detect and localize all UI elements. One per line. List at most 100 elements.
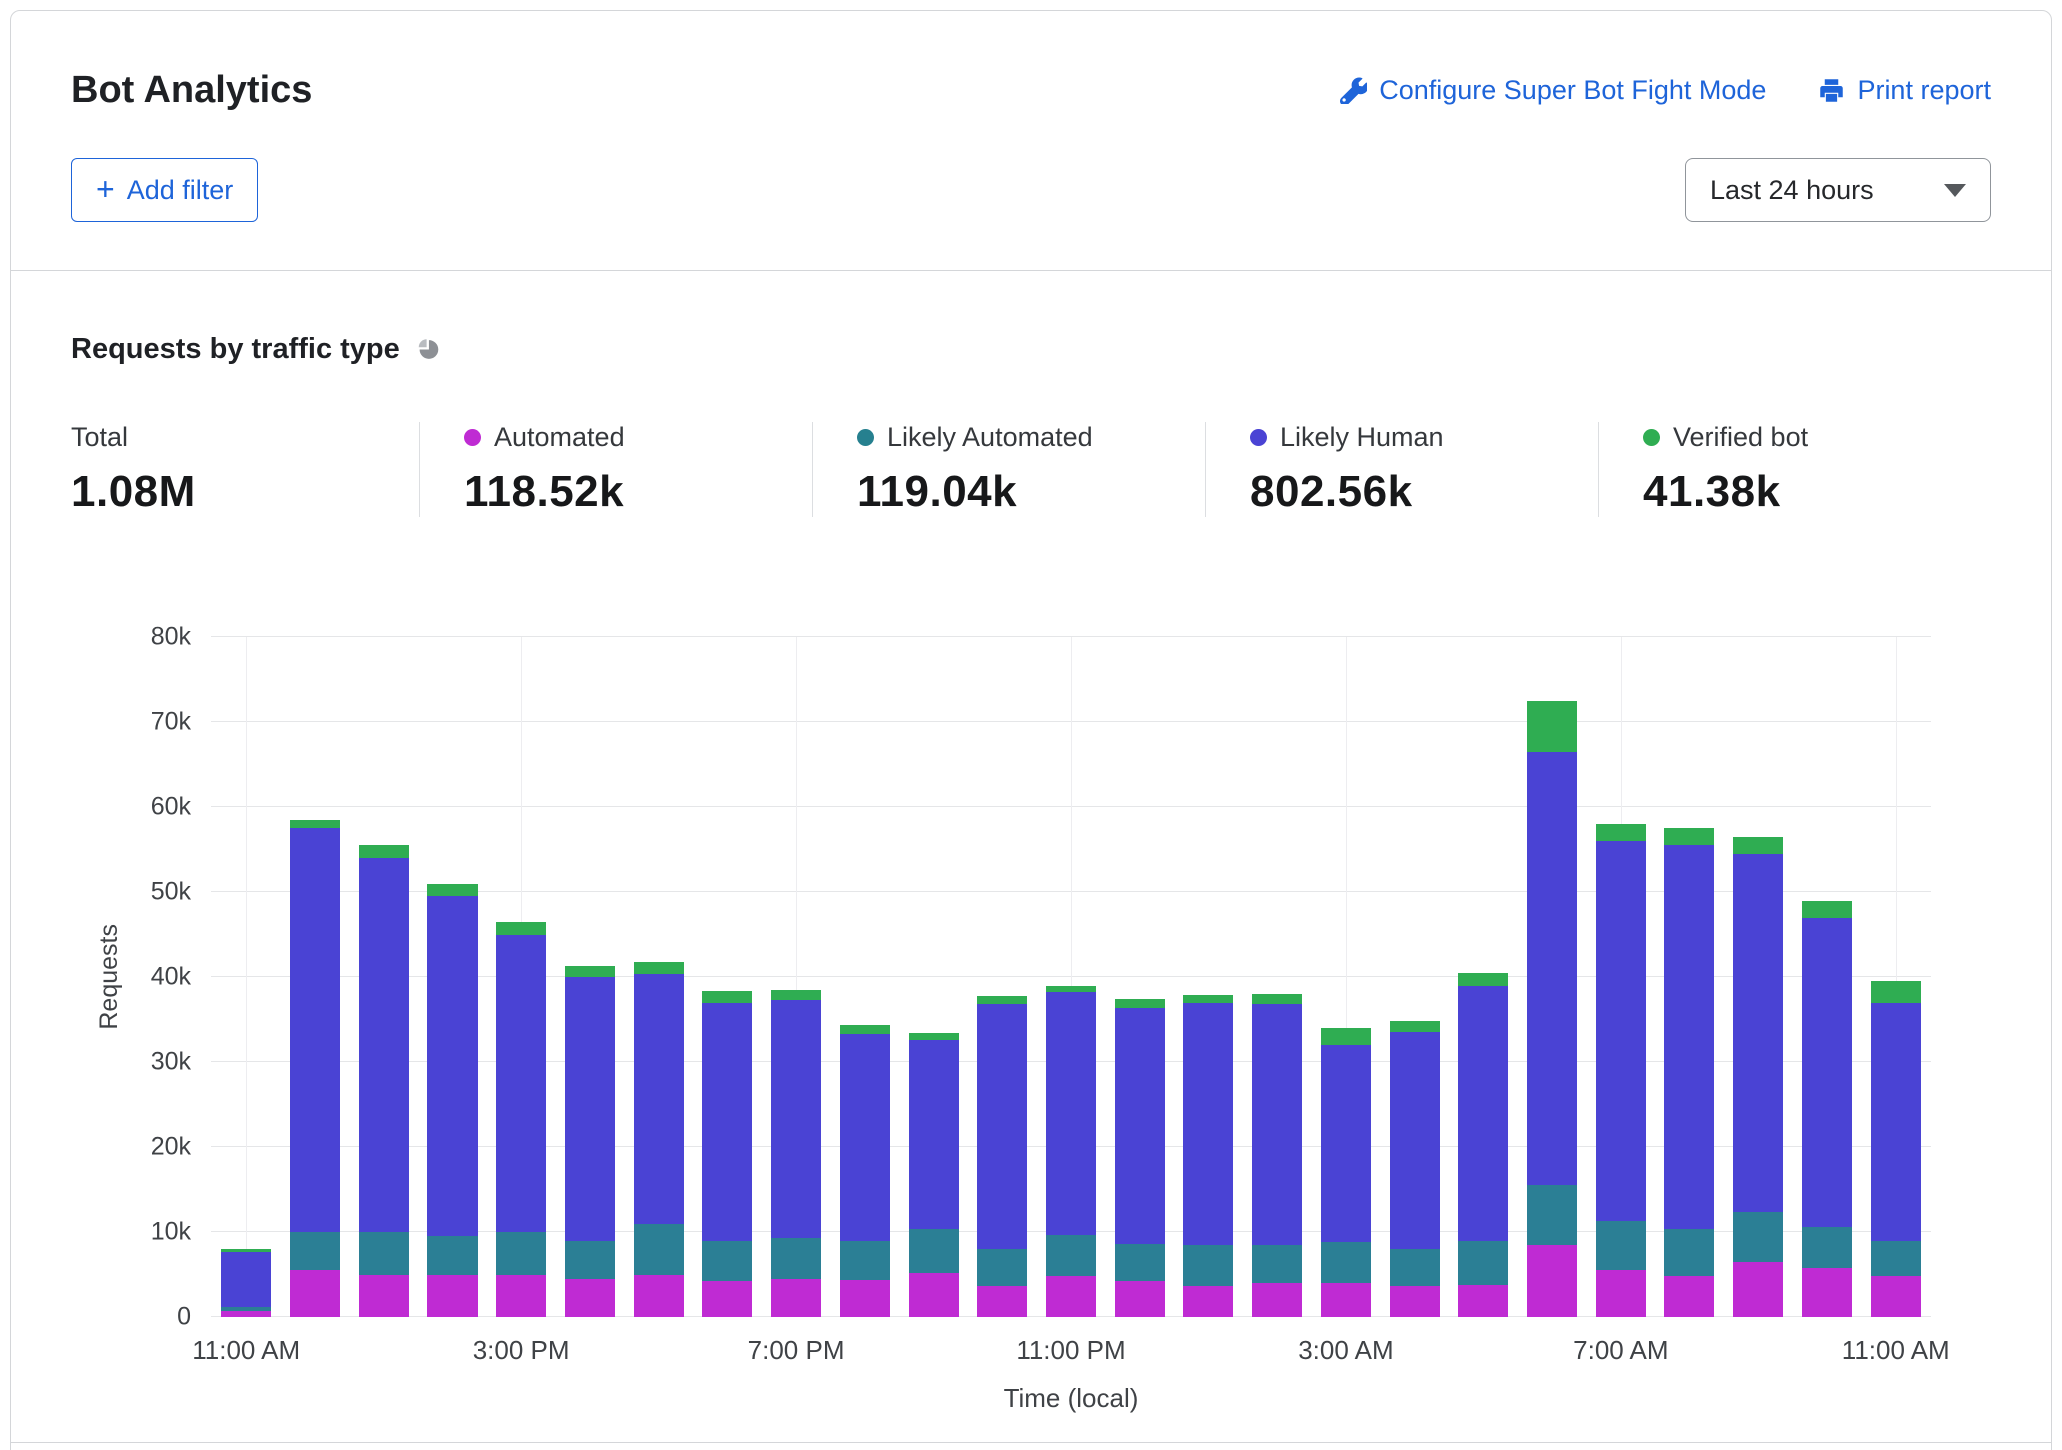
segment-verified-bot[interactable] — [702, 991, 752, 1002]
segment-automated[interactable] — [1115, 1281, 1165, 1317]
bar-24[interactable] — [1871, 637, 1921, 1317]
segment-likely-human[interactable] — [565, 977, 615, 1241]
stat-likely-human[interactable]: Likely Human 802.56k — [1205, 422, 1598, 517]
stat-verified-bot[interactable]: Verified bot 41.38k — [1598, 422, 1991, 517]
segment-automated[interactable] — [1183, 1286, 1233, 1317]
segment-verified-bot[interactable] — [1252, 994, 1302, 1004]
stat-total[interactable]: Total 1.08M — [71, 422, 419, 517]
segment-verified-bot[interactable] — [840, 1025, 890, 1034]
bar-20[interactable] — [1596, 637, 1646, 1317]
bar-7[interactable] — [702, 637, 752, 1317]
segment-likely-automated[interactable] — [1183, 1245, 1233, 1287]
segment-verified-bot[interactable] — [1527, 701, 1577, 752]
segment-likely-human[interactable] — [1527, 752, 1577, 1186]
segment-verified-bot[interactable] — [496, 922, 546, 935]
segment-likely-automated[interactable] — [427, 1236, 477, 1274]
segment-automated[interactable] — [909, 1273, 959, 1317]
segment-likely-human[interactable] — [1046, 992, 1096, 1235]
segment-likely-human[interactable] — [1321, 1045, 1371, 1242]
segment-automated[interactable] — [1252, 1283, 1302, 1317]
segment-verified-bot[interactable] — [1871, 981, 1921, 1002]
segment-likely-automated[interactable] — [909, 1229, 959, 1273]
bar-19[interactable] — [1527, 637, 1577, 1317]
segment-verified-bot[interactable] — [1596, 824, 1646, 841]
segment-automated[interactable] — [427, 1275, 477, 1318]
segment-likely-automated[interactable] — [977, 1249, 1027, 1286]
segment-likely-human[interactable] — [771, 1000, 821, 1238]
segment-automated[interactable] — [1871, 1276, 1921, 1317]
segment-likely-automated[interactable] — [771, 1238, 821, 1279]
segment-likely-automated[interactable] — [634, 1224, 684, 1275]
add-filter-button[interactable]: + Add filter — [71, 158, 258, 222]
segment-automated[interactable] — [221, 1311, 271, 1317]
segment-likely-automated[interactable] — [1321, 1242, 1371, 1283]
segment-verified-bot[interactable] — [1733, 837, 1783, 854]
segment-verified-bot[interactable] — [909, 1033, 959, 1040]
segment-verified-bot[interactable] — [427, 884, 477, 897]
bar-0[interactable] — [221, 637, 271, 1317]
segment-automated[interactable] — [771, 1279, 821, 1317]
time-range-select[interactable]: Last 24 hours — [1685, 158, 1991, 222]
segment-automated[interactable] — [1596, 1270, 1646, 1317]
segment-verified-bot[interactable] — [565, 966, 615, 977]
bar-4[interactable] — [496, 637, 546, 1317]
segment-likely-automated[interactable] — [1115, 1244, 1165, 1281]
bar-22[interactable] — [1733, 637, 1783, 1317]
segment-likely-automated[interactable] — [1458, 1241, 1508, 1285]
segment-likely-automated[interactable] — [1802, 1227, 1852, 1268]
stat-likely-automated[interactable]: Likely Automated 119.04k — [812, 422, 1205, 517]
segment-automated[interactable] — [1321, 1283, 1371, 1317]
segment-likely-human[interactable] — [977, 1004, 1027, 1249]
segment-likely-human[interactable] — [840, 1034, 890, 1241]
print-report-link[interactable]: Print report — [1818, 75, 1991, 106]
segment-automated[interactable] — [702, 1281, 752, 1317]
segment-verified-bot[interactable] — [977, 996, 1027, 1005]
segment-verified-bot[interactable] — [1458, 973, 1508, 986]
bar-3[interactable] — [427, 637, 477, 1317]
segment-likely-automated[interactable] — [1046, 1235, 1096, 1276]
bar-23[interactable] — [1802, 637, 1852, 1317]
segment-likely-automated[interactable] — [565, 1241, 615, 1279]
segment-likely-human[interactable] — [909, 1040, 959, 1229]
segment-automated[interactable] — [977, 1286, 1027, 1317]
segment-likely-human[interactable] — [1664, 845, 1714, 1229]
bar-14[interactable] — [1183, 637, 1233, 1317]
bar-1[interactable] — [290, 637, 340, 1317]
segment-verified-bot[interactable] — [1390, 1021, 1440, 1032]
segment-likely-automated[interactable] — [1527, 1185, 1577, 1245]
bar-16[interactable] — [1321, 637, 1371, 1317]
segment-automated[interactable] — [1527, 1245, 1577, 1317]
segment-verified-bot[interactable] — [1321, 1028, 1371, 1045]
segment-likely-human[interactable] — [496, 935, 546, 1233]
bar-10[interactable] — [909, 637, 959, 1317]
segment-likely-human[interactable] — [1871, 1003, 1921, 1241]
segment-likely-human[interactable] — [1390, 1032, 1440, 1249]
segment-verified-bot[interactable] — [359, 845, 409, 858]
segment-automated[interactable] — [1733, 1262, 1783, 1317]
segment-likely-automated[interactable] — [359, 1232, 409, 1275]
segment-likely-automated[interactable] — [1390, 1249, 1440, 1286]
segment-verified-bot[interactable] — [1802, 901, 1852, 918]
bar-11[interactable] — [977, 637, 1027, 1317]
segment-likely-human[interactable] — [359, 858, 409, 1232]
segment-automated[interactable] — [840, 1280, 890, 1317]
bar-15[interactable] — [1252, 637, 1302, 1317]
bar-2[interactable] — [359, 637, 409, 1317]
configure-super-bot-fight-mode-link[interactable]: Configure Super Bot Fight Mode — [1340, 75, 1766, 106]
segment-verified-bot[interactable] — [1115, 999, 1165, 1008]
bar-21[interactable] — [1664, 637, 1714, 1317]
segment-likely-human[interactable] — [1802, 918, 1852, 1227]
segment-likely-automated[interactable] — [290, 1232, 340, 1270]
bar-18[interactable] — [1458, 637, 1508, 1317]
bar-5[interactable] — [565, 637, 615, 1317]
segment-likely-automated[interactable] — [1252, 1245, 1302, 1283]
segment-verified-bot[interactable] — [771, 990, 821, 1000]
segment-likely-human[interactable] — [1733, 854, 1783, 1213]
segment-likely-human[interactable] — [290, 828, 340, 1232]
segment-likely-automated[interactable] — [1871, 1241, 1921, 1277]
segment-likely-human[interactable] — [702, 1003, 752, 1241]
segment-automated[interactable] — [1458, 1285, 1508, 1317]
segment-likely-human[interactable] — [427, 896, 477, 1236]
segment-automated[interactable] — [496, 1275, 546, 1318]
segment-automated[interactable] — [565, 1279, 615, 1317]
